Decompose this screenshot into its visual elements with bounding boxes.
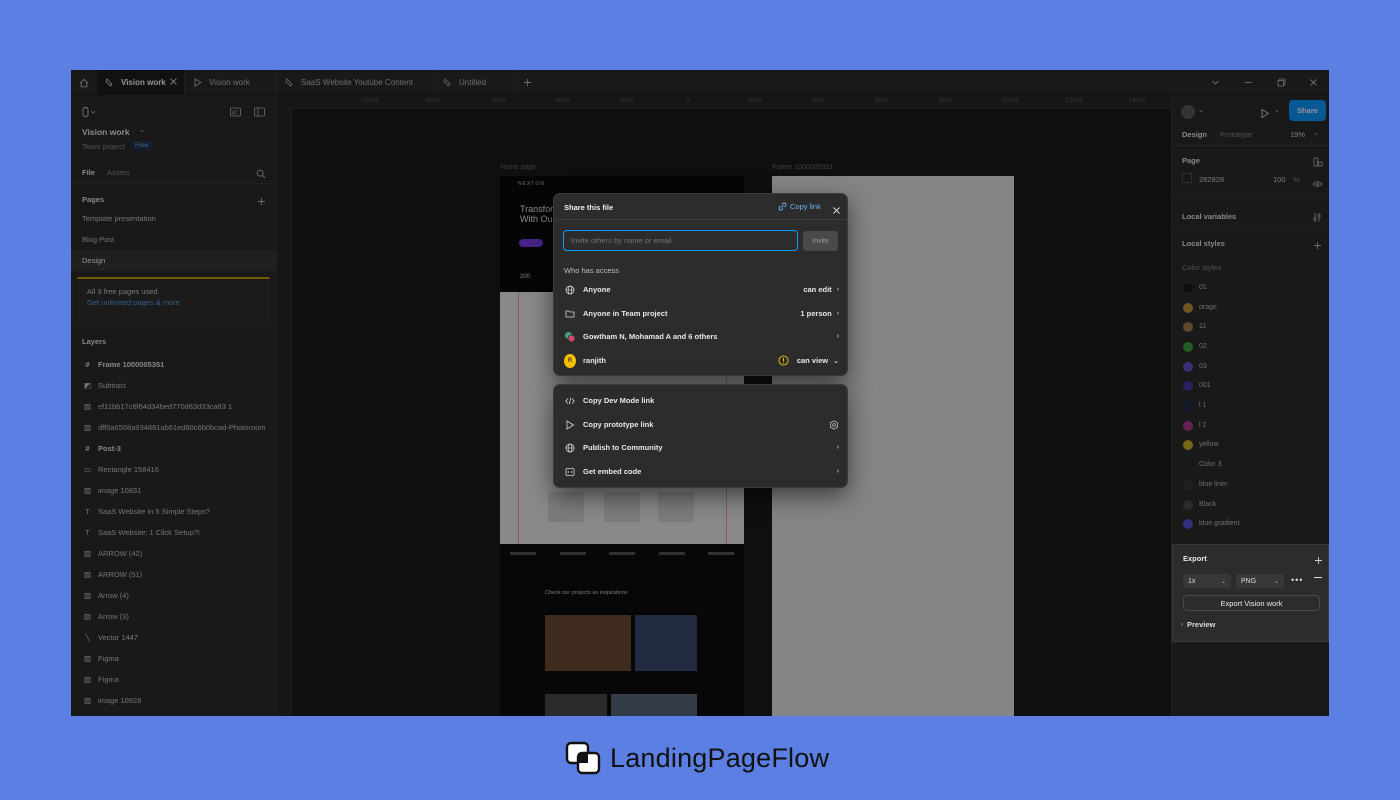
- invite-input[interactable]: [563, 230, 798, 251]
- gear-icon: [830, 419, 838, 430]
- globe-icon: [564, 285, 576, 295]
- code-icon: [564, 397, 576, 405]
- access-row-team[interactable]: Anyone in Team project 1 person ›: [554, 302, 849, 325]
- permission-select[interactable]: can edit ›: [803, 285, 839, 294]
- folder-icon: [564, 309, 576, 318]
- action-label: Copy prototype link: [583, 420, 654, 429]
- permission-select[interactable]: 1 person ›: [800, 309, 839, 318]
- permission-label: 1 person: [800, 309, 832, 318]
- preview-label: Preview: [1187, 620, 1216, 629]
- more-options-icon[interactable]: •••: [1291, 575, 1303, 585]
- access-label: Anyone in Team project: [583, 309, 668, 318]
- copy-link-button[interactable]: Copy link: [778, 202, 821, 211]
- access-label: Gowtham N, Mohamad A and 6 others: [583, 332, 718, 341]
- action-publish-community[interactable]: Publish to Community ›: [554, 436, 849, 459]
- permission-label: can view: [796, 356, 829, 365]
- export-format-value: PNG: [1241, 577, 1257, 585]
- close-icon: [833, 207, 840, 214]
- invite-button[interactable]: Invite: [803, 231, 838, 251]
- divider: [554, 219, 847, 220]
- chevron-right-icon: ›: [836, 468, 839, 475]
- action-copy-dev-mode-link[interactable]: Copy Dev Mode link: [554, 389, 849, 412]
- action-label: Publish to Community: [583, 443, 663, 452]
- chevron-down-icon: ⌄: [833, 357, 839, 365]
- avatar: R: [564, 353, 576, 368]
- plus-icon: [1315, 557, 1322, 564]
- access-row-members[interactable]: Gowtham N, Mohamad A and 6 others ›: [554, 325, 849, 348]
- share-dialog-title: Share this file: [564, 203, 614, 212]
- permission-select[interactable]: can view ⌄: [778, 355, 839, 366]
- access-row-ranjith[interactable]: R ranjith can view ⌄: [554, 349, 849, 372]
- landingpageflow-logo-icon: [565, 741, 601, 775]
- close-dialog-button[interactable]: [832, 202, 841, 220]
- warning-icon: [778, 355, 789, 366]
- access-label: Anyone: [583, 285, 611, 294]
- action-get-embed-code[interactable]: Get embed code ›: [554, 460, 849, 483]
- export-button[interactable]: Export Vision work: [1183, 595, 1320, 611]
- add-export-button[interactable]: [1314, 552, 1323, 570]
- preview-toggle[interactable]: › Preview: [1181, 620, 1215, 629]
- remove-export-icon[interactable]: [1314, 577, 1322, 578]
- chevron-right-icon: ›: [836, 444, 839, 451]
- publish-expand[interactable]: ›: [832, 444, 839, 451]
- export-title: Export: [1183, 554, 1207, 563]
- action-label: Get embed code: [583, 467, 642, 476]
- chevron-right-icon: ›: [836, 333, 839, 340]
- play-icon: [564, 419, 576, 430]
- prototype-settings-button[interactable]: [829, 419, 839, 430]
- share-actions-card: Copy Dev Mode link Copy prototype link P…: [553, 384, 848, 488]
- chevron-right-icon: ›: [836, 286, 839, 293]
- share-dialog: Share this file Copy link Invite Who has…: [553, 193, 848, 376]
- chevron-down-icon: ⌄: [1220, 578, 1226, 585]
- action-copy-prototype-link[interactable]: Copy prototype link: [554, 413, 849, 436]
- export-scale-select[interactable]: 1x ⌄: [1183, 574, 1231, 588]
- members-expand[interactable]: ›: [832, 333, 839, 340]
- access-label: ranjith: [583, 356, 606, 365]
- brand-name: LandingPageFlow: [610, 742, 830, 773]
- action-label: Copy Dev Mode link: [583, 396, 655, 405]
- link-icon: [778, 202, 787, 211]
- chevron-right-icon: ›: [836, 310, 839, 317]
- embed-icon: [564, 467, 576, 477]
- export-format-select[interactable]: PNG ⌄: [1236, 574, 1284, 588]
- export-scale-value: 1x: [1188, 577, 1196, 585]
- export-panel: Export 1x ⌄ PNG ⌄ ••• Export Vision work…: [1172, 544, 1329, 642]
- copy-link-label: Copy link: [790, 202, 821, 211]
- permission-label: can edit: [803, 285, 832, 294]
- avatar-letter: R: [564, 353, 576, 368]
- who-has-access-label: Who has access: [564, 266, 620, 275]
- chevron-right-icon: ›: [1181, 621, 1183, 628]
- globe-icon: [564, 443, 576, 453]
- chevron-down-icon: ⌄: [1273, 578, 1279, 585]
- access-row-anyone[interactable]: Anyone can edit ›: [554, 278, 849, 301]
- embed-expand[interactable]: ›: [832, 468, 839, 475]
- avatars-icon: [564, 331, 576, 343]
- brand-footer: LandingPageFlow: [565, 738, 829, 778]
